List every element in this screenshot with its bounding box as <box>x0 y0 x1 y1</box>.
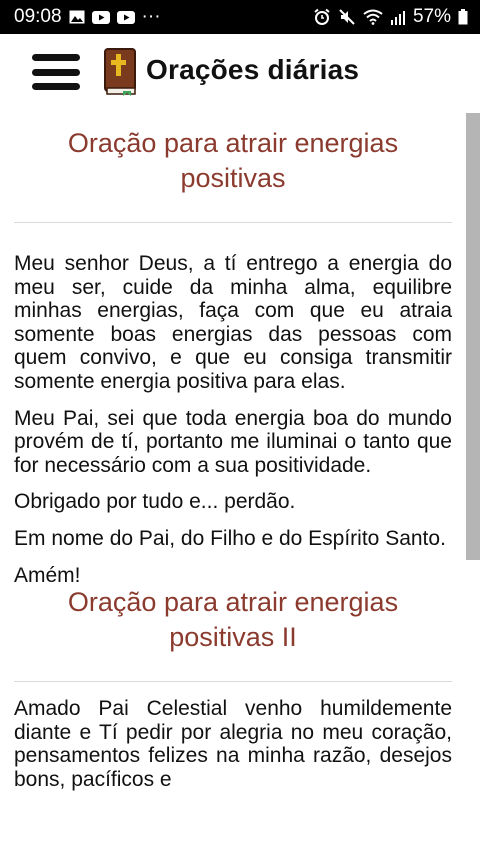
prayer-title: Oração para atrair energias positivas II <box>67 587 399 653</box>
prayer-book-icon <box>103 48 139 96</box>
scrollbar-thumb[interactable] <box>466 113 480 560</box>
youtube-icon <box>91 10 110 24</box>
hamburger-line <box>32 68 80 76</box>
status-bar-right: 57% <box>313 6 468 28</box>
prayer-paragraph: Meu Pai, sei que toda energia boa do mun… <box>14 406 452 477</box>
prayer-paragraph: Meu senhor Deus, a tí entrego a energia … <box>14 252 452 393</box>
app-header: Orações diárias <box>0 34 480 110</box>
more-notifications-icon: ··· <box>141 6 161 27</box>
prayer-title: Oração para atrair energias positivas <box>67 128 399 193</box>
wifi-icon <box>363 9 383 25</box>
hamburger-line <box>32 54 80 61</box>
prayer-paragraph: Obrigado por tudo e... perdão. <box>14 490 296 514</box>
prayer-paragraph: Amado Pai Celestial venho humildemente d… <box>14 697 452 791</box>
battery-icon <box>458 9 468 25</box>
mute-icon <box>338 8 356 26</box>
battery-percentage: 57% <box>412 6 451 27</box>
alarm-icon <box>313 8 331 26</box>
youtube-icon <box>116 10 135 24</box>
prayer-paragraph: Amém! <box>14 563 81 587</box>
divider <box>14 222 452 223</box>
signal-icon <box>390 10 406 25</box>
divider <box>14 681 452 683</box>
menu-button[interactable] <box>32 54 80 90</box>
gallery-icon <box>69 10 85 24</box>
app-title: Orações diárias <box>146 54 360 85</box>
prayer-content[interactable]: Oração para atrair energias positivas Me… <box>0 110 466 853</box>
prayer-paragraph: Em nome do Pai, do Filho e do Espírito S… <box>14 526 446 550</box>
status-bar: 09:08 ··· 57% <box>0 0 480 34</box>
status-bar-left: 09:08 ··· <box>14 6 161 28</box>
clock: 09:08 <box>14 6 62 27</box>
hamburger-line <box>32 83 80 90</box>
